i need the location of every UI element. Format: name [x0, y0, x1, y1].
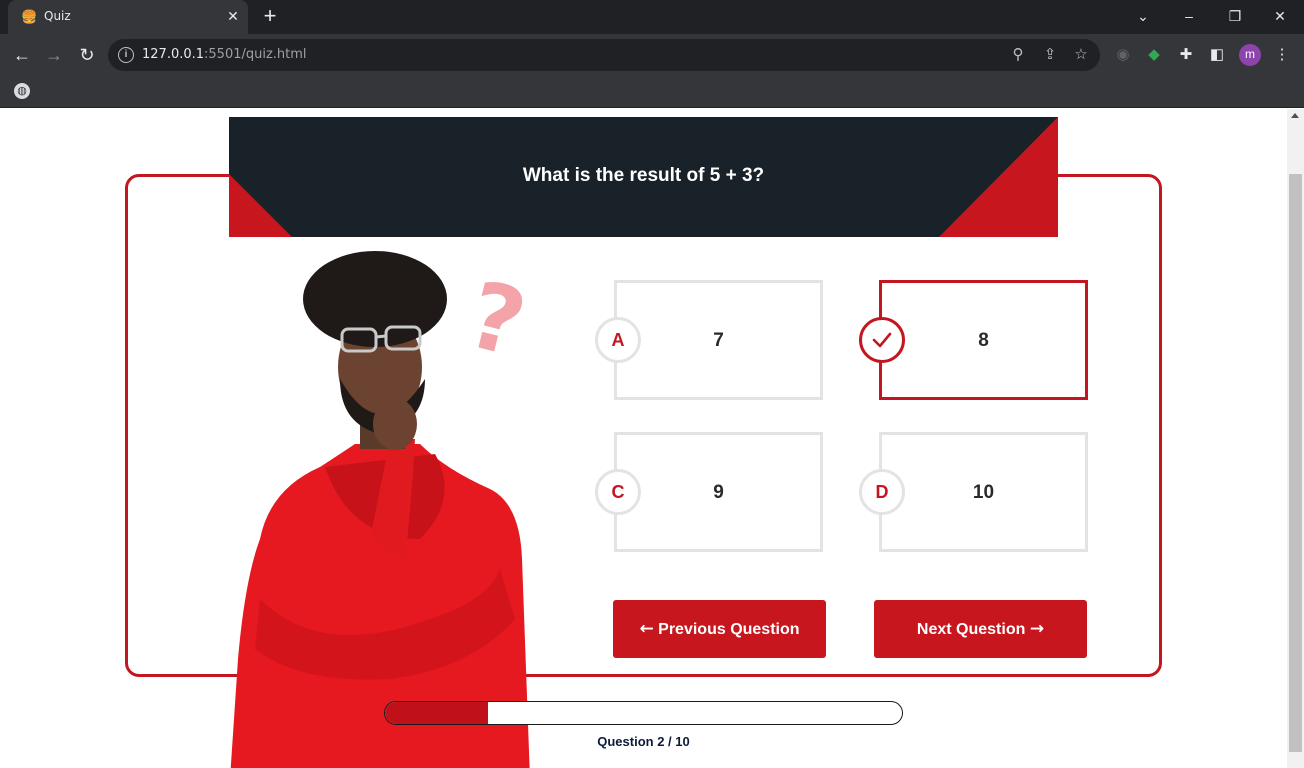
- option-a-badge[interactable]: A: [595, 317, 641, 363]
- next-question-button[interactable]: Next Question →: [874, 600, 1087, 658]
- extensions-puzzle-icon[interactable]: ✚: [1175, 44, 1197, 66]
- progress-bar: [384, 701, 903, 725]
- previous-question-button[interactable]: ← Previous Question: [613, 600, 826, 658]
- previous-question-label: Previous Question: [658, 621, 800, 638]
- scroll-thumb[interactable]: [1289, 174, 1302, 752]
- bookmark-star-icon[interactable]: ☆: [1071, 45, 1091, 65]
- page-scrollbar[interactable]: [1287, 109, 1304, 768]
- option-d-badge[interactable]: D: [859, 469, 905, 515]
- browser-titlebar: 🍔 Quiz ✕ + ⌄ – ❐ ✕: [0, 0, 1304, 34]
- restore-icon[interactable]: ❐: [1222, 4, 1248, 28]
- reload-icon[interactable]: ↻: [75, 43, 99, 67]
- url-text[interactable]: 127.0.0.1:5501/quiz.html: [142, 47, 307, 62]
- question-banner: What is the result of 5 + 3?: [229, 117, 1058, 237]
- browser-tab[interactable]: 🍔 Quiz ✕: [8, 0, 248, 34]
- option-a[interactable]: 7: [614, 280, 823, 400]
- zoom-icon[interactable]: ⚲: [1008, 45, 1028, 65]
- scroll-up-icon[interactable]: [1291, 113, 1299, 118]
- option-d-value: 10: [972, 482, 995, 503]
- option-b[interactable]: 8: [879, 280, 1088, 400]
- globe-icon[interactable]: ◍: [14, 83, 30, 99]
- option-c-badge[interactable]: C: [595, 469, 641, 515]
- option-b-value: 8: [978, 330, 989, 351]
- quiz-page: What is the result of 5 + 3? ? 7 A 8 9 C…: [0, 109, 1287, 768]
- side-panel-icon[interactable]: ◧: [1206, 44, 1228, 66]
- arrow-left-icon: ←: [639, 619, 654, 639]
- menu-kebab-icon[interactable]: ⋮: [1271, 44, 1293, 66]
- back-icon[interactable]: ←: [10, 43, 34, 67]
- extension-icon[interactable]: ◆: [1143, 44, 1165, 66]
- checkmark-icon: [872, 332, 892, 348]
- extension-eye-icon[interactable]: ◉: [1112, 44, 1134, 66]
- arrow-right-icon: →: [1029, 619, 1045, 639]
- tab-search-chevron-icon[interactable]: ⌄: [1130, 4, 1156, 28]
- tab-close-icon[interactable]: ✕: [224, 7, 242, 25]
- option-d[interactable]: 10: [879, 432, 1088, 552]
- option-c[interactable]: 9: [614, 432, 823, 552]
- minimize-icon[interactable]: –: [1176, 4, 1202, 28]
- progress-fill: [385, 702, 489, 724]
- bookmarks-bar: ◍: [0, 76, 1304, 108]
- address-bar[interactable]: i 127.0.0.1:5501/quiz.html ⚲ ⇪ ☆: [108, 39, 1100, 71]
- browser-toolbar: ← → ↻ i 127.0.0.1:5501/quiz.html ⚲ ⇪ ☆ ◉…: [0, 34, 1304, 76]
- progress-label: Question 2 / 10: [597, 734, 690, 749]
- tab-title: Quiz: [44, 9, 71, 23]
- option-a-value: 7: [713, 330, 724, 351]
- next-question-label: Next Question: [916, 621, 1026, 638]
- option-c-value: 9: [713, 482, 724, 503]
- share-icon[interactable]: ⇪: [1040, 45, 1060, 65]
- forward-icon[interactable]: →: [42, 43, 66, 67]
- site-info-icon[interactable]: i: [118, 47, 134, 63]
- tab-favicon-icon: 🍔: [21, 9, 38, 24]
- profile-avatar[interactable]: m: [1239, 44, 1261, 66]
- option-b-badge[interactable]: [859, 317, 905, 363]
- question-text: What is the result of 5 + 3?: [522, 165, 765, 186]
- new-tab-icon[interactable]: +: [259, 5, 281, 29]
- close-window-icon[interactable]: ✕: [1267, 4, 1293, 28]
